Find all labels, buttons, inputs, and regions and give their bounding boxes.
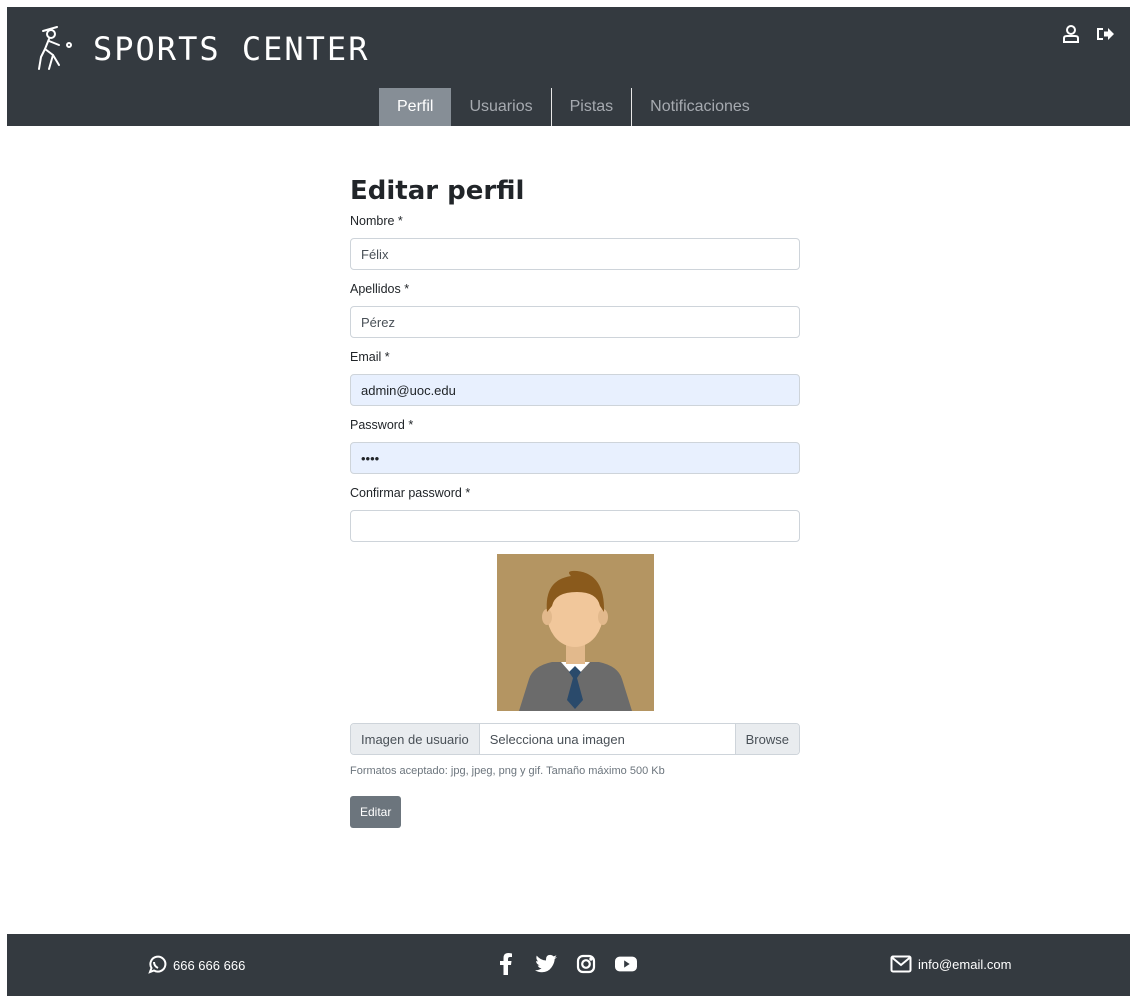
- whatsapp-icon: [148, 955, 167, 974]
- tab-perfil[interactable]: Perfil: [379, 88, 452, 126]
- footer-phone[interactable]: 666 666 666: [147, 955, 245, 975]
- twitter-icon[interactable]: [535, 953, 557, 975]
- file-format-help: Formatos aceptado: jpg, jpeg, png y gif.…: [350, 765, 665, 777]
- file-upload-group[interactable]: Imagen de usuario Selecciona una imagen …: [350, 723, 800, 755]
- tab-notificaciones[interactable]: Notificaciones: [631, 88, 768, 126]
- nombre-label: Nombre *: [350, 214, 403, 228]
- submit-edit-button[interactable]: Editar: [350, 796, 402, 828]
- youtube-icon[interactable]: [615, 953, 637, 975]
- file-upload-input[interactable]: Selecciona una imagen: [480, 724, 735, 754]
- edit-profile-form: Editar perfil Nombre * Apellidos * Email…: [350, 176, 800, 828]
- page-title: Editar perfil: [350, 176, 525, 206]
- confirm-password-field[interactable]: [350, 510, 800, 542]
- instagram-icon[interactable]: [575, 953, 597, 975]
- phone-number: 666 666 666: [173, 957, 246, 973]
- envelope-icon: [890, 955, 912, 973]
- email-label: Email *: [350, 350, 390, 364]
- user-icon[interactable]: [1060, 23, 1082, 45]
- brand[interactable]: SPORTS CENTER: [35, 25, 369, 73]
- password-field[interactable]: [350, 442, 800, 474]
- user-avatar-image: [496, 554, 654, 711]
- tab-pistas[interactable]: Pistas: [550, 88, 632, 126]
- apellidos-label: Apellidos *: [350, 282, 410, 296]
- browse-button[interactable]: Browse: [734, 724, 799, 754]
- apellidos-field[interactable]: [350, 306, 800, 338]
- top-header: SPORTS CENTER Perfil Usuarios Pistas Not…: [7, 7, 1130, 126]
- footer-email[interactable]: info@email.com: [890, 955, 1011, 973]
- main-nav: Perfil Usuarios Pistas Notificaciones: [379, 88, 768, 126]
- nombre-field[interactable]: [350, 238, 800, 270]
- logout-icon[interactable]: [1094, 23, 1116, 45]
- footer: 666 666 666 info@email.com: [7, 934, 1130, 996]
- brand-title: SPORTS CENTER: [93, 30, 370, 68]
- facebook-icon[interactable]: [495, 953, 517, 975]
- file-upload-label: Imagen de usuario: [351, 724, 480, 754]
- baseball-player-logo-icon: [38, 26, 72, 70]
- tab-usuarios[interactable]: Usuarios: [451, 88, 550, 126]
- confirm-password-label: Confirmar password *: [350, 486, 471, 500]
- password-label: Password *: [350, 418, 414, 432]
- email-field[interactable]: [350, 374, 800, 406]
- email-address: info@email.com: [918, 956, 1012, 972]
